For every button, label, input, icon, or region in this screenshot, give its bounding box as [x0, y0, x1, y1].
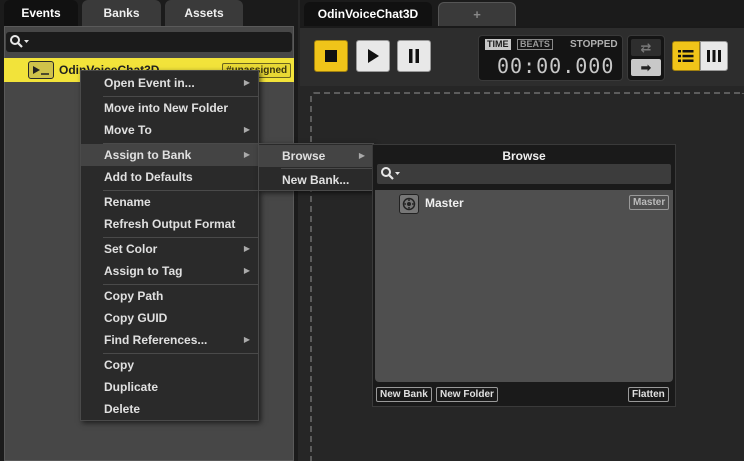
menu-item-add-to-defaults[interactable]: Add to Defaults	[81, 166, 258, 188]
timecode-display: TIME BEATS STOPPED 00:00.000	[478, 35, 623, 81]
flatten-button[interactable]: Flatten	[628, 387, 669, 402]
bank-icon	[399, 194, 419, 214]
menu-item-copy-path[interactable]: Copy Path	[81, 285, 258, 307]
play-icon	[368, 49, 379, 63]
time-mode-toggle[interactable]: TIME	[485, 39, 511, 50]
search-icon[interactable]	[380, 166, 402, 182]
tab-event-editor[interactable]: OdinVoiceChat3D	[304, 2, 432, 26]
pause-button[interactable]	[397, 40, 431, 72]
bank-badge: Master	[629, 195, 670, 210]
browse-title: Browse	[502, 149, 546, 163]
chevron-right-icon: ▶	[243, 266, 250, 275]
chevron-right-icon: ▶	[358, 151, 365, 160]
tab-banks[interactable]: Banks	[82, 0, 161, 26]
loop-controls: ⇄ ➡	[627, 35, 665, 81]
play-button[interactable]	[356, 40, 390, 72]
list-icon	[678, 50, 694, 62]
menu-item-assign-to-bank[interactable]: Assign to Bank ▶	[81, 144, 258, 166]
chevron-right-icon: ▶	[243, 78, 250, 87]
menu-item-assign-to-tag[interactable]: Assign to Tag ▶	[81, 260, 258, 282]
chevron-right-icon: ▶	[243, 125, 250, 134]
follow-arrow-icon: ➡	[640, 59, 652, 75]
mixer-view-button[interactable]	[700, 41, 728, 71]
menu-item-delete[interactable]: Delete	[81, 398, 258, 420]
menu-item-rename[interactable]: Rename	[81, 191, 258, 213]
list-view-button[interactable]	[672, 41, 700, 71]
menu-item-find-references[interactable]: Find References... ▶	[81, 329, 258, 351]
stop-icon	[325, 50, 337, 62]
assign-to-bank-submenu: Browse ▶ New Bank...	[258, 143, 374, 191]
pause-icon	[409, 49, 419, 63]
bank-item-master[interactable]: Master	[425, 196, 464, 210]
stop-button[interactable]	[314, 40, 348, 72]
tab-assets[interactable]: Assets	[165, 0, 243, 26]
new-folder-button[interactable]: New Folder	[436, 387, 498, 402]
menu-item-open-event-in[interactable]: Open Event in... ▶	[81, 72, 258, 94]
timecode-value: 00:00.000	[497, 54, 615, 78]
beats-mode-toggle[interactable]: BEATS	[517, 39, 553, 50]
menu-item-move-into-new-folder[interactable]: Move into New Folder	[81, 97, 258, 119]
search-icon[interactable]	[9, 34, 31, 50]
new-bank-button[interactable]: New Bank	[376, 387, 432, 402]
chevron-right-icon: ▶	[243, 335, 250, 344]
add-tab-button[interactable]: +	[438, 2, 516, 26]
search-input[interactable]	[6, 32, 292, 52]
menu-item-refresh-output-format[interactable]: Refresh Output Format	[81, 213, 258, 235]
menu-item-set-color[interactable]: Set Color ▶	[81, 238, 258, 260]
bank-list: Master Master	[375, 190, 673, 382]
chevron-right-icon: ▶	[243, 244, 250, 253]
follow-playback-button[interactable]: ➡	[631, 59, 661, 76]
chevron-right-icon: ▶	[243, 150, 250, 159]
menu-item-copy-guid[interactable]: Copy GUID	[81, 307, 258, 329]
menu-item-copy[interactable]: Copy	[81, 354, 258, 376]
submenu-item-new-bank[interactable]: New Bank...	[259, 169, 373, 191]
event-icon	[28, 61, 54, 79]
mixer-icon	[707, 50, 721, 62]
browse-search-input[interactable]	[377, 164, 671, 184]
submenu-item-browse[interactable]: Browse ▶	[259, 145, 373, 167]
menu-item-move-to[interactable]: Move To ▶	[81, 119, 258, 141]
loop-button[interactable]: ⇄	[631, 39, 661, 56]
tab-events[interactable]: Events	[4, 0, 78, 26]
browse-popup: Browse Master Master New Bank New Folder…	[372, 144, 676, 407]
loop-icon: ⇄	[640, 39, 652, 55]
transport-status: STOPPED	[570, 39, 618, 50]
context-menu: Open Event in... ▶ Move into New Folder M…	[80, 70, 259, 421]
menu-item-duplicate[interactable]: Duplicate	[81, 376, 258, 398]
